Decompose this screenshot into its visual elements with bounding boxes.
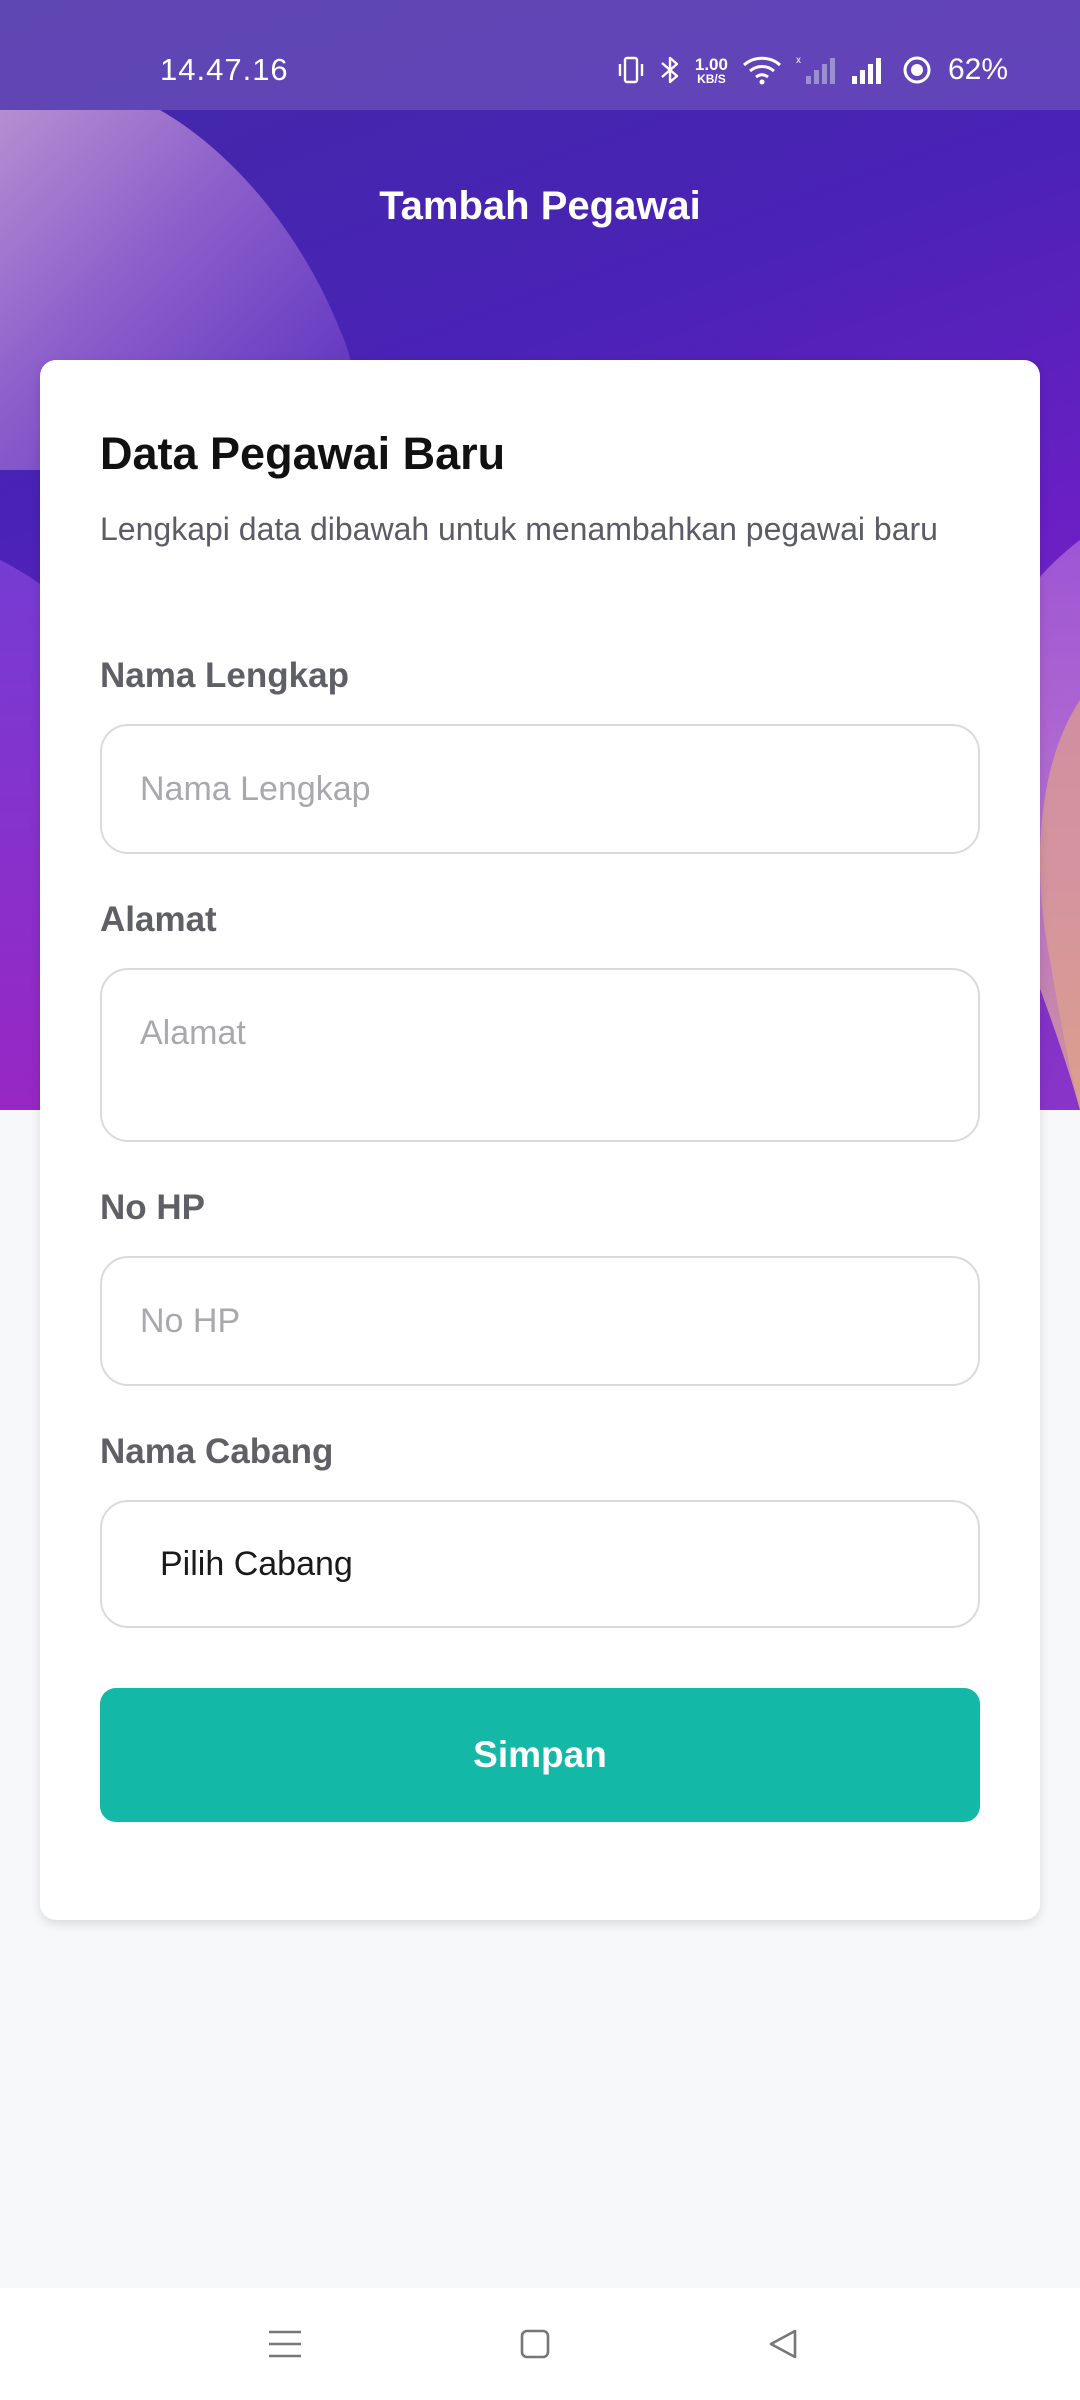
nama-cabang-selected-value: Pilih Cabang	[160, 1544, 353, 1583]
status-icons: 1.00 KB/S x 62%	[617, 50, 1008, 90]
status-time: 14.47.16	[160, 52, 289, 87]
back-icon	[769, 2329, 797, 2359]
wifi-icon	[742, 56, 781, 85]
form-title: Data Pegawai Baru	[100, 428, 506, 479]
network-speed-value: 1.00	[694, 54, 728, 74]
page-title: Tambah Pegawai	[379, 184, 701, 228]
network-speed-unit: KB/S	[697, 71, 726, 86]
svg-text:x: x	[796, 55, 801, 66]
form-card: Data Pegawai Baru Lengkapi data dibawah …	[40, 360, 1040, 1920]
form-subtitle: Lengkapi data dibawah untuk menambahkan …	[100, 511, 938, 547]
screen: 14.47.16 1.00 KB/S x 62% Tambah Pegawai …	[0, 0, 1080, 2400]
bluetooth-icon	[661, 56, 679, 84]
signal-sim1-icon: x	[796, 55, 835, 84]
navigation-bar	[0, 2288, 1080, 2400]
back-button[interactable]	[751, 2312, 815, 2376]
nama-cabang-select[interactable]: Pilih Cabang	[100, 1500, 980, 1628]
nama-lengkap-label: Nama Lengkap	[100, 656, 349, 695]
battery-percentage: 62%	[947, 53, 1008, 86]
signal-sim2-icon	[851, 58, 881, 84]
network-speed: 1.00 KB/S	[695, 56, 728, 85]
nama-cabang-label: Nama Cabang	[100, 1432, 334, 1471]
nama-lengkap-input[interactable]	[100, 724, 980, 854]
home-icon	[520, 2329, 550, 2359]
home-button[interactable]	[503, 2312, 567, 2376]
no-hp-input[interactable]	[100, 1256, 980, 1386]
alamat-label: Alamat	[100, 900, 217, 939]
vibrate-icon	[618, 56, 644, 84]
save-button[interactable]: Simpan	[100, 1688, 980, 1822]
alamat-input[interactable]	[100, 968, 980, 1142]
status-bar: 14.47.16 1.00 KB/S x 62%	[0, 0, 1080, 110]
no-hp-label: No HP	[100, 1188, 205, 1227]
battery-saver-icon	[903, 56, 931, 84]
menu-icon	[269, 2330, 301, 2358]
menu-button[interactable]	[253, 2312, 317, 2376]
